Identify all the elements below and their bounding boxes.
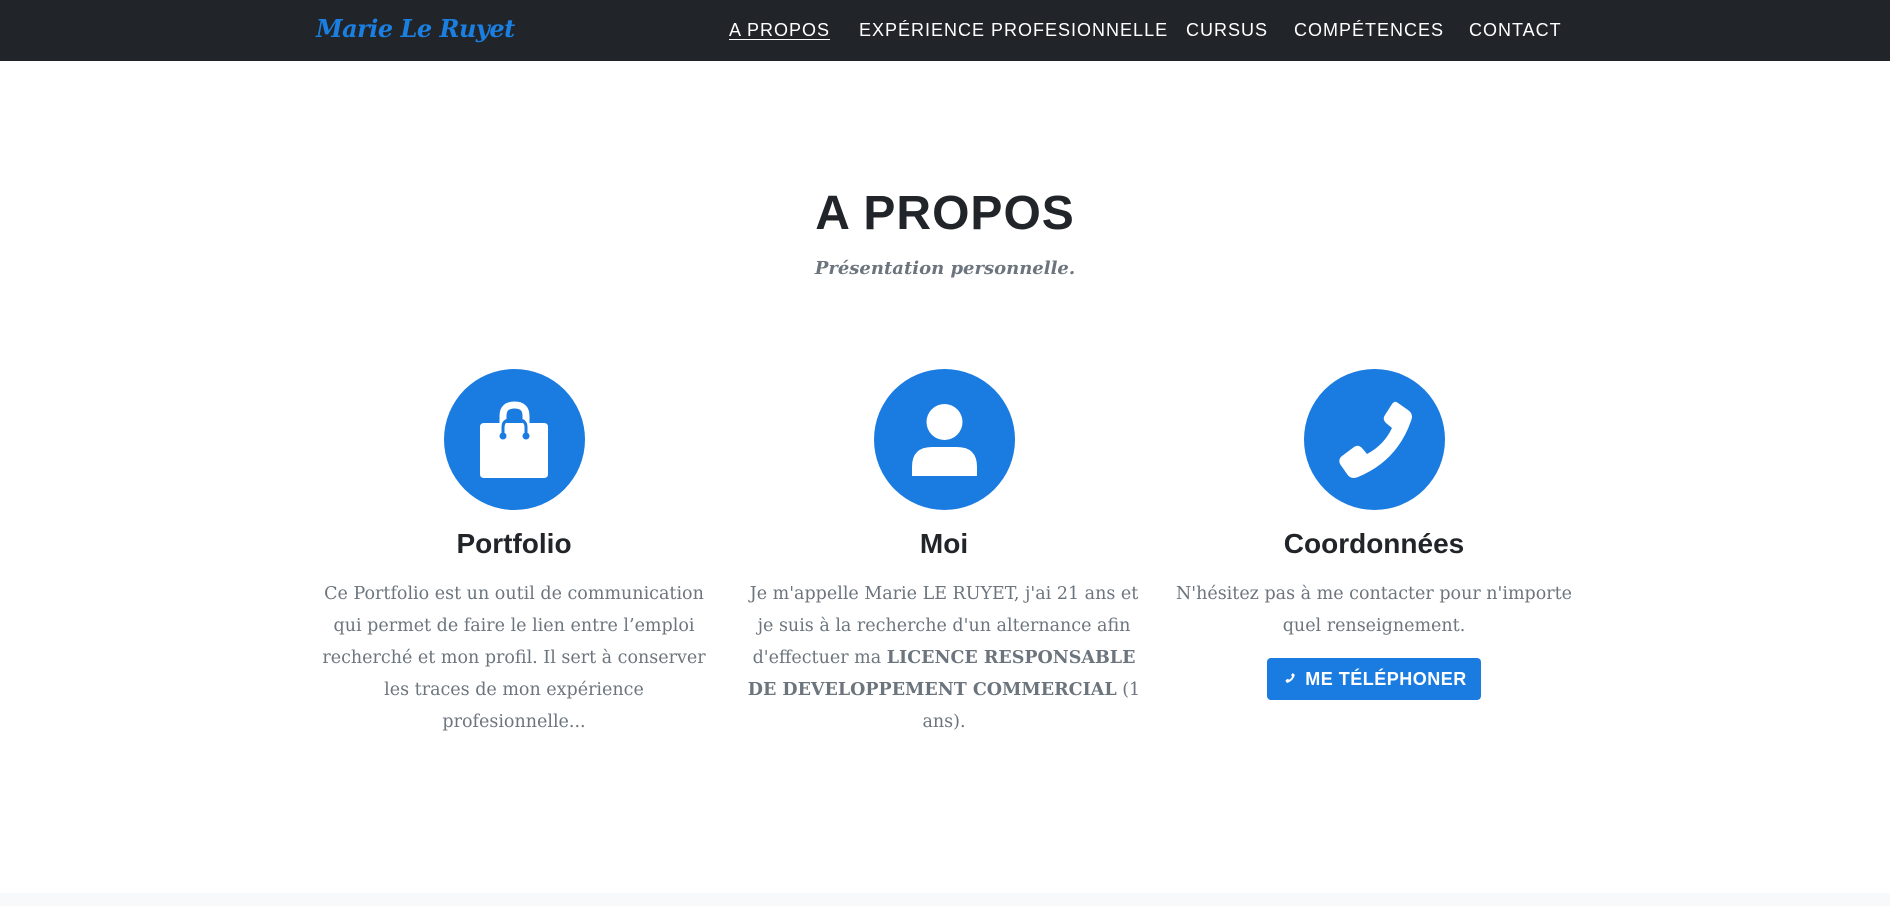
about-column-portfolio: Portfolio Ce Portfolio est un outil de c… xyxy=(314,369,714,738)
nav-link-experience[interactable]: EXPÉRIENCE PROFESIONNELLE xyxy=(859,20,1168,41)
section-heading: A PROPOS xyxy=(815,187,1075,240)
column-text: Ce Portfolio est un outil de communicati… xyxy=(322,584,706,732)
icon-circle xyxy=(1303,369,1445,510)
column-text: N'hésitez pas à me contacter pour n'impo… xyxy=(1175,584,1573,636)
next-section-edge xyxy=(0,893,1890,906)
column-title: Portfolio xyxy=(456,528,572,559)
nav-link-competences[interactable]: COMPÉTENCES xyxy=(1294,20,1444,41)
icon-circle xyxy=(443,369,585,510)
shopping-bag-icon xyxy=(479,401,548,478)
column-title: Moi xyxy=(919,528,969,559)
user-icon xyxy=(911,404,977,476)
about-column-coordonnees: Coordonnées N'hésitez pas à me contacter… xyxy=(1174,369,1574,700)
call-button-label: ME TÉLÉPHONER xyxy=(1305,669,1467,689)
call-button[interactable]: ME TÉLÉPHONER xyxy=(1267,658,1481,700)
navbar: Marie Le Ruyet A PROPOS EXPÉRIENCE PROFE… xyxy=(0,0,1890,61)
nav-link-a-propos[interactable]: A PROPOS xyxy=(729,20,830,41)
column-title: Coordonnées xyxy=(1283,528,1465,559)
section-subheading: Présentation personnelle. xyxy=(814,258,1076,279)
column-text: Je m'appelle Marie LE RUYET, j'ai 21 ans… xyxy=(744,578,1144,738)
icon-circle xyxy=(873,369,1015,510)
phone-icon xyxy=(1338,401,1412,478)
nav-link-contact[interactable]: CONTACT xyxy=(1469,20,1562,41)
phone-icon xyxy=(1285,673,1296,684)
nav-links: A PROPOS EXPÉRIENCE PROFESIONNELLE CURSU… xyxy=(0,20,1890,44)
about-column-moi: Moi Je m'appelle Marie LE RUYET, j'ai 21… xyxy=(744,369,1144,738)
nav-link-cursus[interactable]: CURSUS xyxy=(1186,20,1268,41)
